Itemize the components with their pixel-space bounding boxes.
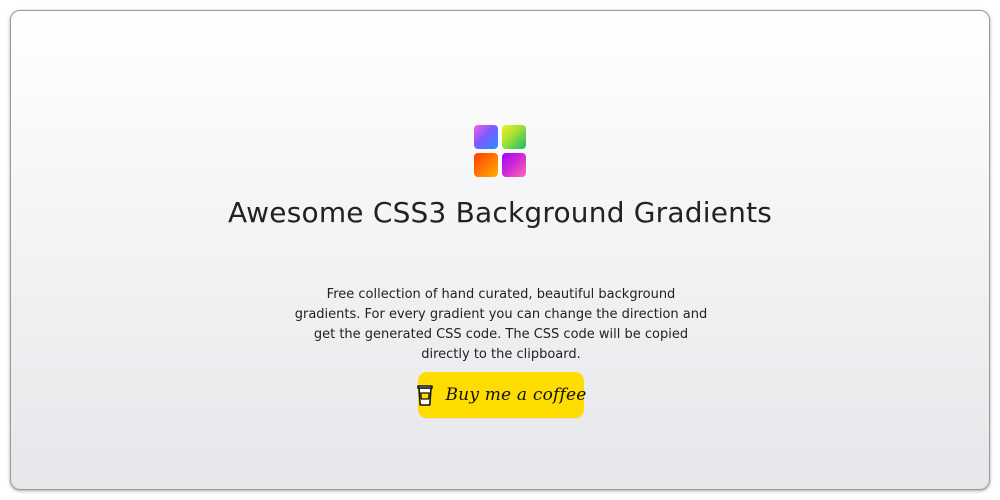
logo-tile-bottom-right	[502, 153, 526, 177]
logo-tile-top-right	[502, 125, 526, 149]
logo-tile-top-left	[474, 125, 498, 149]
app-window: Awesome CSS3 Background Gradients Free c…	[10, 10, 990, 490]
buy-me-a-coffee-label: Buy me a coffee	[445, 385, 587, 405]
hero-section: Awesome CSS3 Background Gradients Free c…	[11, 11, 989, 489]
buy-me-a-coffee-button[interactable]: Buy me a coffee	[415, 372, 587, 418]
page-title: Awesome CSS3 Background Gradients	[227, 196, 773, 229]
gradient-grid-logo	[474, 125, 528, 179]
coffee-cup-icon	[415, 383, 435, 407]
page-description: Free collection of hand curated, beautif…	[294, 287, 708, 362]
logo-tile-bottom-left	[474, 153, 498, 177]
